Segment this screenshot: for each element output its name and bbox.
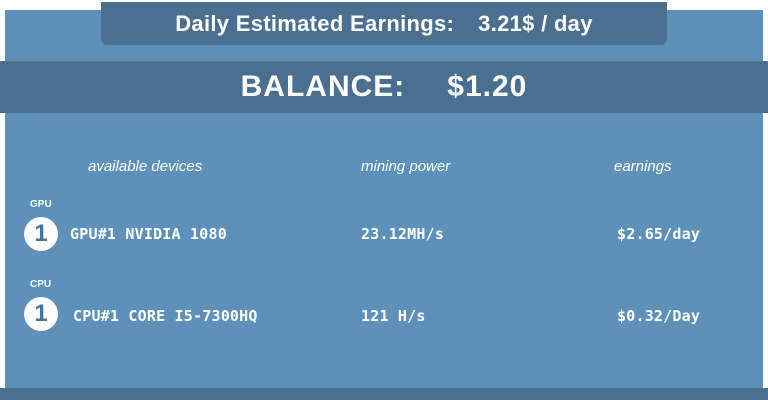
device-count-badge: 1 xyxy=(24,217,58,251)
device-earnings: $2.65/day xyxy=(617,225,701,243)
device-name: CPU#1 CORE I5-7300HQ xyxy=(73,307,258,325)
column-header-power: mining power xyxy=(361,158,451,175)
device-count-badge: 1 xyxy=(24,297,58,331)
daily-earnings-banner: Daily Estimated Earnings: 3.21$ / day xyxy=(101,2,667,45)
device-name: GPU#1 NVIDIA 1080 xyxy=(70,225,227,243)
balance-value: $1.20 xyxy=(447,70,528,103)
device-type-label: CPU xyxy=(30,279,52,290)
device-type-label: GPU xyxy=(30,199,52,210)
device-mining-power: 23.12MH/s xyxy=(361,225,445,243)
daily-earnings-label: Daily Estimated Earnings: xyxy=(175,10,455,36)
left-border xyxy=(0,0,5,400)
bottom-bar xyxy=(0,388,768,400)
daily-earnings-value: 3.21$ / day xyxy=(478,10,593,36)
column-header-earnings: earnings xyxy=(614,158,672,175)
device-mining-power: 121 H/s xyxy=(361,307,426,325)
device-earnings: $0.32/Day xyxy=(617,307,701,325)
column-header-devices: available devices xyxy=(88,158,203,175)
balance-banner: BALANCE: $1.20 xyxy=(0,61,768,113)
mining-dashboard: Daily Estimated Earnings: 3.21$ / day BA… xyxy=(0,0,768,400)
balance-label: BALANCE: xyxy=(240,70,406,103)
